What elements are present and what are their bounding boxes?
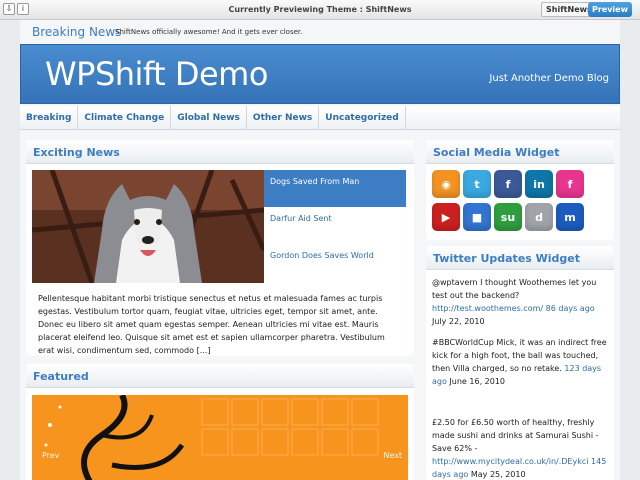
tweet-item: £2.50 for £6.50 worth of healthy, freshl…	[432, 416, 610, 480]
breaking-news-bar: Breaking News ShiftNews officially aweso…	[20, 20, 620, 44]
site-title[interactable]: WPShift Demo	[45, 55, 268, 93]
nav-item-global-news[interactable]: Global News	[171, 106, 247, 129]
tweet-item: #BBCWorldCup Mick, it was an indirect fr…	[432, 336, 610, 388]
rss-icon[interactable]: ◉	[432, 170, 460, 198]
page: Breaking News ShiftNews officially aweso…	[20, 20, 620, 480]
nav-item-breaking[interactable]: Breaking	[20, 106, 79, 129]
site-header: WPShift Demo Just Another Demo Blog	[20, 44, 620, 104]
featured-box: Featured Prev Next	[26, 364, 414, 480]
delicious-icon[interactable]: ■	[463, 203, 491, 231]
social-media-widget: Social Media Widget ◉ t f in f ▶ ■ su d m	[426, 140, 614, 240]
social-media-title: Social Media Widget	[433, 146, 560, 159]
tweet-link[interactable]: http://test.woothemes.com/	[432, 304, 543, 313]
slider-list: Dogs Saved From Man Darfur Aid Sent Gord…	[264, 170, 406, 283]
tweet-item: @wptavern I thought Woothemes let you te…	[432, 276, 610, 328]
twitter-icon[interactable]: t	[463, 170, 491, 198]
linkedin-icon[interactable]: in	[525, 170, 553, 198]
social-icon-grid: ◉ t f in f ▶ ■ su d m	[432, 170, 608, 231]
tweet-date: July 22, 2010	[432, 317, 485, 326]
tweet-text: @wptavern I thought Woothemes let you te…	[432, 278, 597, 300]
tweet-date: May 25, 2010	[470, 470, 526, 479]
post-excerpt: Pellentesque habitant morbi tristique se…	[38, 294, 385, 355]
breaking-news-text[interactable]: ShiftNews officially awesome! And it get…	[115, 28, 302, 36]
main-nav: Breaking Climate Change Global News Othe…	[20, 106, 620, 130]
twitter-updates-widget: Twitter Updates Widget @wptavern I thoug…	[426, 246, 614, 480]
tweet-text: £2.50 for £6.50 worth of healthy, freshl…	[432, 418, 599, 453]
slide-next-link[interactable]: Next	[383, 451, 402, 460]
twitter-updates-title: Twitter Updates Widget	[433, 252, 581, 265]
slider-item[interactable]: Darfur Aid Sent	[264, 207, 406, 244]
slider-item[interactable]: Dogs Saved From Man	[264, 170, 406, 207]
nav-item-climate-change[interactable]: Climate Change	[78, 106, 172, 129]
flickr-icon[interactable]: f	[556, 170, 584, 198]
tweet-time-ago[interactable]: 86 days ago	[546, 304, 595, 313]
exciting-news-box: Exciting News Dogs Saved From Man Darfur…	[26, 140, 414, 356]
facebook-icon[interactable]: f	[494, 170, 522, 198]
tweet-link[interactable]: http://www.mycitydeal.co.uk/in/.DEykci	[432, 457, 588, 466]
nav-item-uncategorized[interactable]: Uncategorized	[319, 106, 406, 129]
stumbleupon-icon[interactable]: su	[494, 203, 522, 231]
site-tagline: Just Another Demo Blog	[489, 73, 609, 84]
myspace-icon[interactable]: m	[556, 203, 584, 231]
preview-toolbar: ⇩ i Currently Previewing Theme : ShiftNe…	[0, 0, 640, 20]
featured-title: Featured	[33, 370, 89, 383]
digg-icon[interactable]: d	[525, 203, 553, 231]
featured-slide-image[interactable]: Prev Next	[32, 395, 408, 480]
slide-prev-link[interactable]: Prev	[42, 451, 59, 460]
preview-button[interactable]: Preview	[588, 2, 632, 17]
exciting-news-title: Exciting News	[33, 146, 120, 159]
youtube-icon[interactable]: ▶	[432, 203, 460, 231]
tweet-date: June 16, 2010	[449, 377, 506, 386]
nav-item-other-news[interactable]: Other News	[247, 106, 320, 129]
husky-dog-image[interactable]	[32, 170, 264, 283]
breaking-news-title: Breaking News	[32, 25, 122, 39]
slider-item[interactable]: Gordon Does Saves World	[264, 244, 406, 281]
